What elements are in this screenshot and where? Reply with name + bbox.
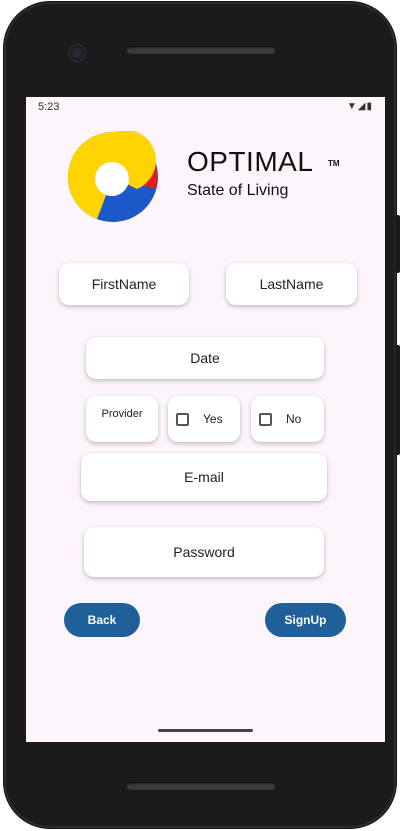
power-button[interactable] [395, 215, 400, 273]
back-button-label: Back [87, 613, 117, 627]
date-placeholder: Date [190, 350, 220, 366]
status-icons: ▼◢▮ [346, 101, 373, 112]
provider-label: Provider [101, 408, 143, 420]
status-time: 5:23 [38, 101, 60, 113]
phone-frame: 5:23 ▼◢▮ OPTIMAL TM State of Living Firs… [4, 2, 396, 828]
app-screen: 5:23 ▼◢▮ OPTIMAL TM State of Living Firs… [26, 97, 385, 742]
provider-yes-option[interactable]: Yes [168, 396, 240, 442]
date-field[interactable]: Date [86, 337, 324, 379]
optimal-logo [68, 131, 158, 222]
front-camera-icon [70, 46, 84, 60]
trademark: TM [328, 159, 340, 168]
provider-no-option[interactable]: No [251, 396, 324, 442]
back-button[interactable]: Back [64, 603, 140, 637]
top-speaker [126, 46, 276, 54]
email-placeholder: E-mail [184, 469, 224, 485]
password-field[interactable]: Password [84, 527, 324, 577]
provider-label-box: Provider [86, 396, 158, 442]
no-label: No [286, 412, 302, 426]
no-checkbox[interactable] [259, 412, 272, 426]
brand-tagline: State of Living [187, 182, 289, 199]
home-indicator[interactable] [158, 729, 253, 732]
last-name-placeholder: LastName [259, 276, 324, 292]
brand-name: OPTIMAL [187, 146, 314, 177]
first-name-field[interactable]: FirstName [59, 263, 189, 305]
last-name-field[interactable]: LastName [226, 263, 357, 305]
signup-button-label: SignUp [284, 613, 327, 627]
volume-button[interactable] [395, 345, 400, 455]
signup-button[interactable]: SignUp [265, 603, 346, 637]
email-field[interactable]: E-mail [81, 453, 327, 501]
password-placeholder: Password [173, 544, 235, 560]
first-name-placeholder: FirstName [91, 276, 157, 292]
bottom-speaker [126, 782, 276, 790]
yes-label: Yes [203, 412, 223, 426]
yes-checkbox[interactable] [176, 412, 189, 426]
